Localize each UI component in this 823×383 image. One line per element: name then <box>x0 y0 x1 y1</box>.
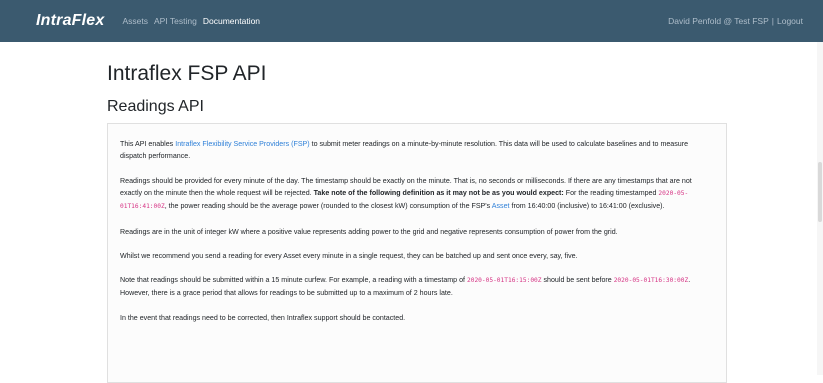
timestamp-text-b: For the reading timestamped <box>563 189 659 198</box>
intro-paragraph: This API enables Intraflex Flexibility S… <box>120 138 714 163</box>
batching-paragraph: Whilst we recommend you send a reading f… <box>120 251 578 260</box>
readings-doc-card: This API enables Intraflex Flexibility S… <box>107 123 727 383</box>
logout-link[interactable]: Logout <box>777 16 803 26</box>
curfew-text-a: Note that readings should be submitted w… <box>120 276 467 285</box>
curfew-example-code-1: 2020-05-01T16:15:00Z <box>467 277 542 285</box>
asset-link[interactable]: Asset <box>492 202 510 210</box>
user-account-link[interactable]: David Penfold @ Test FSP <box>668 16 769 26</box>
section-title: Readings API <box>107 98 204 115</box>
page-title: Intraflex FSP API <box>107 62 267 85</box>
timestamp-paragraph: Readings should be provided for every mi… <box>120 175 714 214</box>
curfew-text-b: should be sent before <box>541 276 614 285</box>
brand-logo[interactable]: IntraFlex <box>36 12 105 30</box>
timestamp-text-c: , the power reading should be the averag… <box>164 202 492 211</box>
scrollbar-thumb[interactable] <box>818 162 822 222</box>
nav-separator: | <box>771 16 774 26</box>
curfew-paragraph: Note that readings should be submitted w… <box>120 274 714 300</box>
nav-link-api-testing[interactable]: API Testing <box>154 16 197 26</box>
curfew-example-code-2: 2020-05-01T16:30:00Z <box>613 277 689 285</box>
nav-link-documentation[interactable]: Documentation <box>203 16 260 26</box>
page-scrollbar[interactable] <box>817 42 823 375</box>
corrections-paragraph: In the event that readings need to be co… <box>120 313 406 322</box>
nav-user-area: David Penfold @ Test FSP | Logout <box>668 0 803 42</box>
definition-note: Take note of the following definition as… <box>313 189 564 198</box>
fsp-link[interactable]: Intraflex Flexibility Service Providers … <box>175 140 309 148</box>
intro-text-start: This API enables <box>120 140 176 148</box>
units-paragraph: Readings are in the unit of integer kW w… <box>120 227 618 236</box>
nav-link-assets[interactable]: Assets <box>123 16 149 26</box>
timestamp-text-d: from 16:40:00 (inclusive) to 16:41:00 (e… <box>509 202 665 211</box>
main-content: Intraflex FSP API Readings API This API … <box>107 42 727 383</box>
top-navbar: IntraFlex Assets API Testing Documentati… <box>0 0 823 42</box>
